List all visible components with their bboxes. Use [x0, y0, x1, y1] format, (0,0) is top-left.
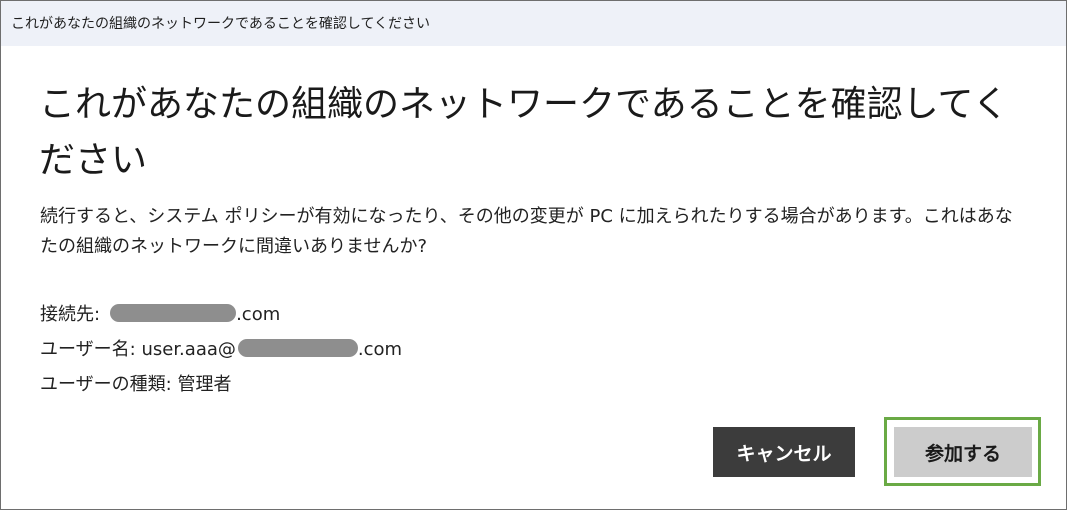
join-button[interactable]: 参加する [894, 427, 1032, 477]
usertype-value: 管理者 [177, 374, 232, 395]
username-row: ユーザー名: user.aaa@ .com [40, 332, 402, 367]
usertype-label: ユーザーの種類: [40, 374, 172, 395]
dialog-description: 続行すると、システム ポリシーが有効になったり、その他の変更が PC に加えられ… [40, 206, 1013, 257]
connection-info: 接続先: .com ユーザー名: user.aaa@ .com ユーザーの種類: 管… [40, 297, 402, 402]
connection-suffix: .com [236, 304, 281, 325]
username-prefix: user.aaa@ [141, 339, 236, 360]
usertype-row: ユーザーの種類: 管理者 [40, 367, 402, 402]
window-title: これがあなたの組織のネットワークであることを確認してください [11, 16, 431, 32]
connection-row: 接続先: .com [40, 297, 402, 332]
dialog-window: これがあなたの組織のネットワークであることを確認してください これがあなたの組織… [0, 0, 1067, 510]
dialog-heading: これがあなたの組織のネットワークであることを確認してください [39, 84, 1009, 181]
redacted-domain [237, 339, 358, 357]
cancel-button[interactable]: キャンセル [713, 427, 855, 477]
username-label: ユーザー名: [40, 339, 136, 360]
connection-label: 接続先: [40, 304, 101, 325]
username-suffix: .com [357, 339, 403, 360]
redacted-hostname [110, 304, 237, 322]
title-bar: これがあなたの組織のネットワークであることを確認してください [1, 1, 1066, 46]
